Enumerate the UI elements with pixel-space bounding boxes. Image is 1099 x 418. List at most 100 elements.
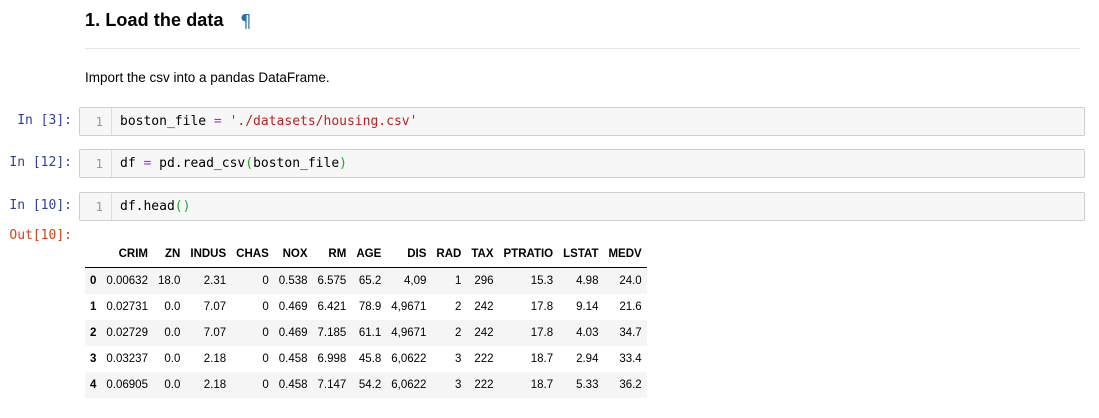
table-cell: 242: [474, 327, 494, 339]
code-line[interactable]: boston_file = './datasets/housing.csv': [120, 108, 417, 135]
table-cell: 33.4: [619, 353, 642, 365]
input-prompt-1: In [3]:: [17, 113, 72, 128]
code-close-paren: ): [339, 156, 347, 171]
table-cell: 7.07: [203, 327, 227, 339]
table-cell: 17.8: [530, 301, 554, 313]
table-cell: 2: [454, 301, 462, 313]
code-string: './datasets/housing.csv': [229, 114, 418, 129]
table-cell: 5.33: [576, 379, 599, 391]
column-header: TAX: [466, 240, 499, 268]
heading-divider: [85, 48, 1080, 49]
table-cell: 0.538: [278, 275, 308, 287]
table-cell: 7.147: [317, 379, 347, 391]
dataframe-table: CRIM ZN INDUS CHAS NOX RM AGE DIS RAD TAX PTRATIO L…: [85, 240, 647, 398]
column-header: RAD: [431, 240, 467, 268]
line-number: 1: [80, 193, 112, 220]
column-header: INDUS: [185, 240, 232, 268]
code-cell-2[interactable]: 1 df = pd.read_csv(boston_file): [79, 149, 1085, 178]
table-cell: 6,0622: [391, 353, 427, 365]
table-row: 3 0.03237 0.0 2.18 0 0.458 6.998 45.8 6,0622 3 222…: [85, 346, 647, 372]
table-cell: 9.14: [576, 301, 599, 313]
table-cell: 4,9671: [391, 301, 427, 313]
heading-anchor-link[interactable]: ¶: [240, 11, 251, 32]
table-cell: 0.0: [164, 353, 181, 365]
table-cell: 21.6: [619, 301, 642, 313]
section-heading: 1. Load the data: [85, 10, 224, 30]
code-line[interactable]: df = pd.read_csv(boston_file): [120, 150, 347, 177]
table-cell: 18.7: [530, 353, 554, 365]
index-header: [85, 240, 102, 268]
table-cell: 45.8: [358, 353, 382, 365]
table-cell: 3: [454, 353, 462, 365]
code-function-call: df.head: [120, 199, 175, 214]
table-cell: 6,0622: [391, 379, 427, 391]
column-header: AGE: [351, 240, 387, 268]
table-cell: 0: [262, 353, 269, 365]
table-cell: 54.2: [358, 379, 382, 391]
table-cell: 4,9671: [391, 327, 427, 339]
table-cell: 0.0: [164, 327, 181, 339]
table-cell: 18.7: [530, 379, 554, 391]
row-index: 0: [90, 275, 97, 287]
table-cell: 0.0: [164, 301, 181, 313]
table-cell: 0: [262, 301, 269, 313]
table-row: 1 0.02731 0.0 7.07 0 0.469 6.421 78.9 4,9671 2 242…: [85, 294, 647, 320]
table-cell: 4.98: [576, 275, 599, 287]
table-cell: 0.469: [278, 327, 308, 339]
table-cell: 0.469: [278, 301, 308, 313]
code-cell-3[interactable]: 1 df.head(): [79, 192, 1085, 221]
table-cell: 0: [262, 327, 269, 339]
column-header: MEDV: [603, 240, 647, 268]
table-cell: 2.18: [203, 379, 227, 391]
output-prompt: Out[10]:: [9, 228, 72, 243]
table-cell: 24.0: [619, 275, 642, 287]
table-cell: 4.03: [576, 327, 599, 339]
table-cell: 61.1: [358, 327, 382, 339]
table-cell: 3: [454, 379, 462, 391]
column-header: ZN: [152, 240, 186, 268]
column-header: CRIM: [101, 240, 153, 268]
table-cell: 36.2: [619, 379, 642, 391]
table-cell: 0.0: [164, 379, 181, 391]
table-cell: 0.458: [278, 353, 308, 365]
table-header: CRIM ZN INDUS CHAS NOX RM AGE DIS RAD TAX PTRATIO L…: [85, 240, 647, 268]
table-cell: 222: [474, 353, 494, 365]
table-cell: 222: [474, 379, 494, 391]
table-cell: 6.421: [317, 301, 347, 313]
table-cell: 0: [262, 379, 269, 391]
line-number: 1: [80, 150, 112, 177]
markdown-paragraph: Import the csv into a pandas DataFrame.: [85, 70, 330, 85]
table-cell: 1: [454, 275, 462, 287]
table-cell: 6.575: [317, 275, 347, 287]
input-prompt-2: In [12]:: [9, 155, 72, 170]
column-header: DIS: [386, 240, 432, 268]
table-cell: 242: [474, 301, 494, 313]
code-open-paren: (: [245, 156, 254, 171]
table-cell: 2.94: [576, 353, 599, 365]
table-cell: 7.07: [203, 301, 227, 313]
column-header: NOX: [273, 240, 313, 268]
table-cell: 34.7: [619, 327, 642, 339]
table-cell: 4,09: [404, 275, 427, 287]
code-operator: =: [213, 114, 222, 129]
table-cell: 0.458: [278, 379, 308, 391]
table-cell: 0.02729: [106, 327, 148, 339]
table-cell: 7.185: [317, 327, 347, 339]
table-cell: 2: [454, 327, 462, 339]
row-index: 3: [90, 353, 97, 365]
table-row: 2 0.02729 0.0 7.07 0 0.469 7.185 61.1 4,9671 2 242…: [85, 320, 647, 346]
line-number: 1: [80, 108, 112, 135]
table-cell: 0: [262, 275, 269, 287]
code-variable: boston_file: [120, 114, 207, 129]
table-cell: 0.00632: [106, 275, 148, 287]
code-line[interactable]: df.head(): [120, 193, 190, 220]
table-cell: 2.18: [203, 353, 227, 365]
code-cell-1[interactable]: 1 boston_file = './datasets/housing.csv': [79, 107, 1085, 136]
table-cell: 17.8: [530, 327, 554, 339]
table-cell: 0.06905: [106, 379, 148, 391]
code-argument: boston_file: [253, 156, 340, 171]
row-index: 2: [90, 327, 97, 339]
input-prompt-3: In [10]:: [9, 198, 72, 213]
column-header: CHAS: [231, 240, 274, 268]
table-header-row: CRIM ZN INDUS CHAS NOX RM AGE DIS RAD TAX PTRATIO L…: [85, 240, 647, 268]
